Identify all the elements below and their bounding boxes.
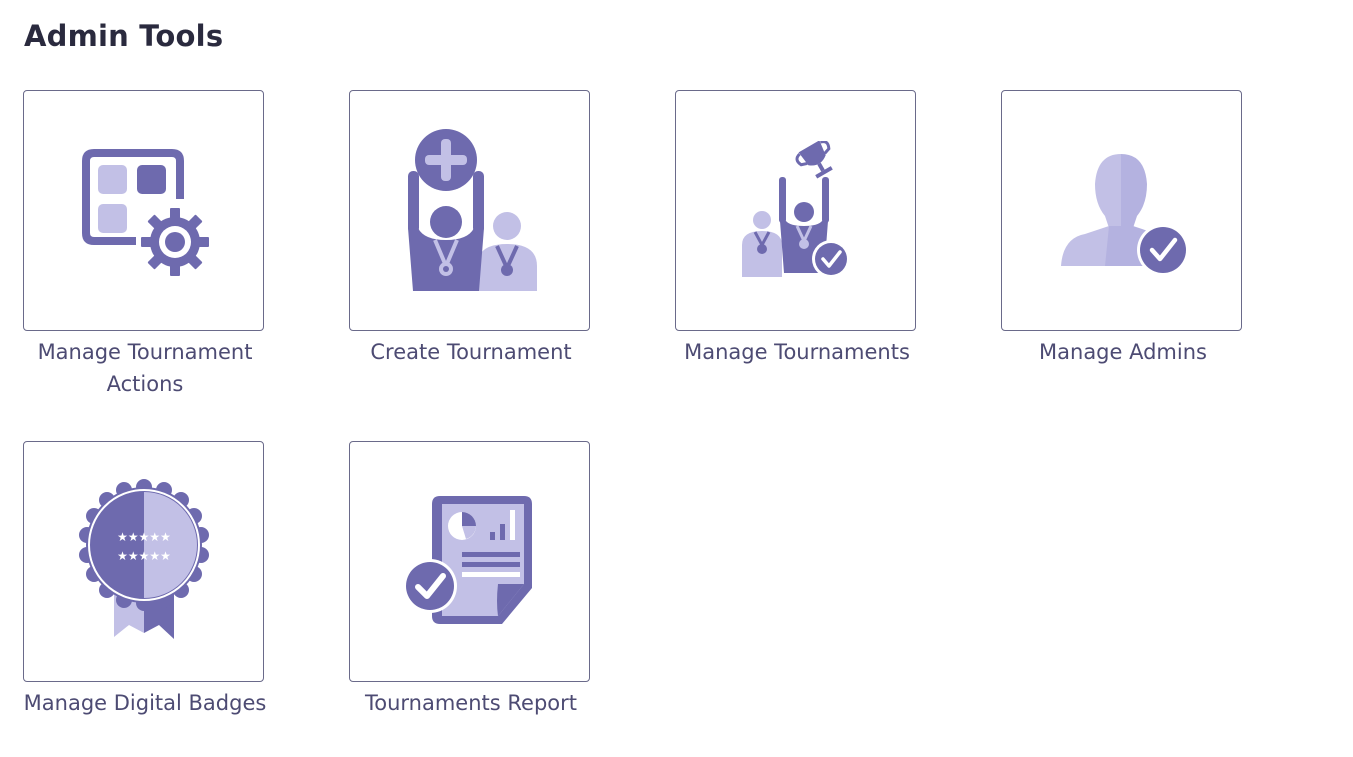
tile-icon-box[interactable] (675, 90, 916, 331)
tile-manage-tournament-actions[interactable]: Manage Tournament Actions (23, 90, 267, 400)
user-check-icon (1060, 153, 1187, 276)
tile-label[interactable]: Manage Digital Badges (23, 687, 267, 719)
people-plus-icon (407, 129, 537, 291)
tile-icon-box[interactable] (23, 90, 264, 331)
svg-text:★★★★★: ★★★★★ (117, 549, 171, 563)
page-title: Admin Tools (24, 19, 224, 53)
report-check-icon (402, 495, 532, 624)
badge-ribbon-icon: ★★★★★ ★★★★★ (78, 478, 209, 639)
tile-tournaments-report[interactable]: Tournaments Report (349, 441, 593, 719)
tile-label[interactable]: Create Tournament (349, 336, 593, 368)
tile-icon-box[interactable] (1001, 90, 1242, 331)
tile-label[interactable]: Manage Tournaments (675, 336, 919, 368)
tile-label[interactable]: Manage Admins (1001, 336, 1245, 368)
tile-manage-admins[interactable]: Manage Admins (1001, 90, 1245, 368)
tile-icon-box[interactable]: ★★★★★ ★★★★★ (23, 441, 264, 682)
svg-text:★★★★★: ★★★★★ (117, 530, 171, 544)
tile-manage-tournaments[interactable]: Manage Tournaments (675, 90, 919, 368)
tile-icon-box[interactable] (349, 441, 590, 682)
trophy-winner-check-icon (741, 140, 850, 278)
grid-gear-icon (81, 148, 209, 276)
tile-create-tournament[interactable]: Create Tournament (349, 90, 593, 368)
tile-manage-digital-badges[interactable]: ★★★★★ ★★★★★ Manage Digital Badges (23, 441, 267, 719)
tile-label[interactable]: Tournaments Report (349, 687, 593, 719)
tile-icon-box[interactable] (349, 90, 590, 331)
tile-label[interactable]: Manage Tournament Actions (23, 336, 267, 400)
